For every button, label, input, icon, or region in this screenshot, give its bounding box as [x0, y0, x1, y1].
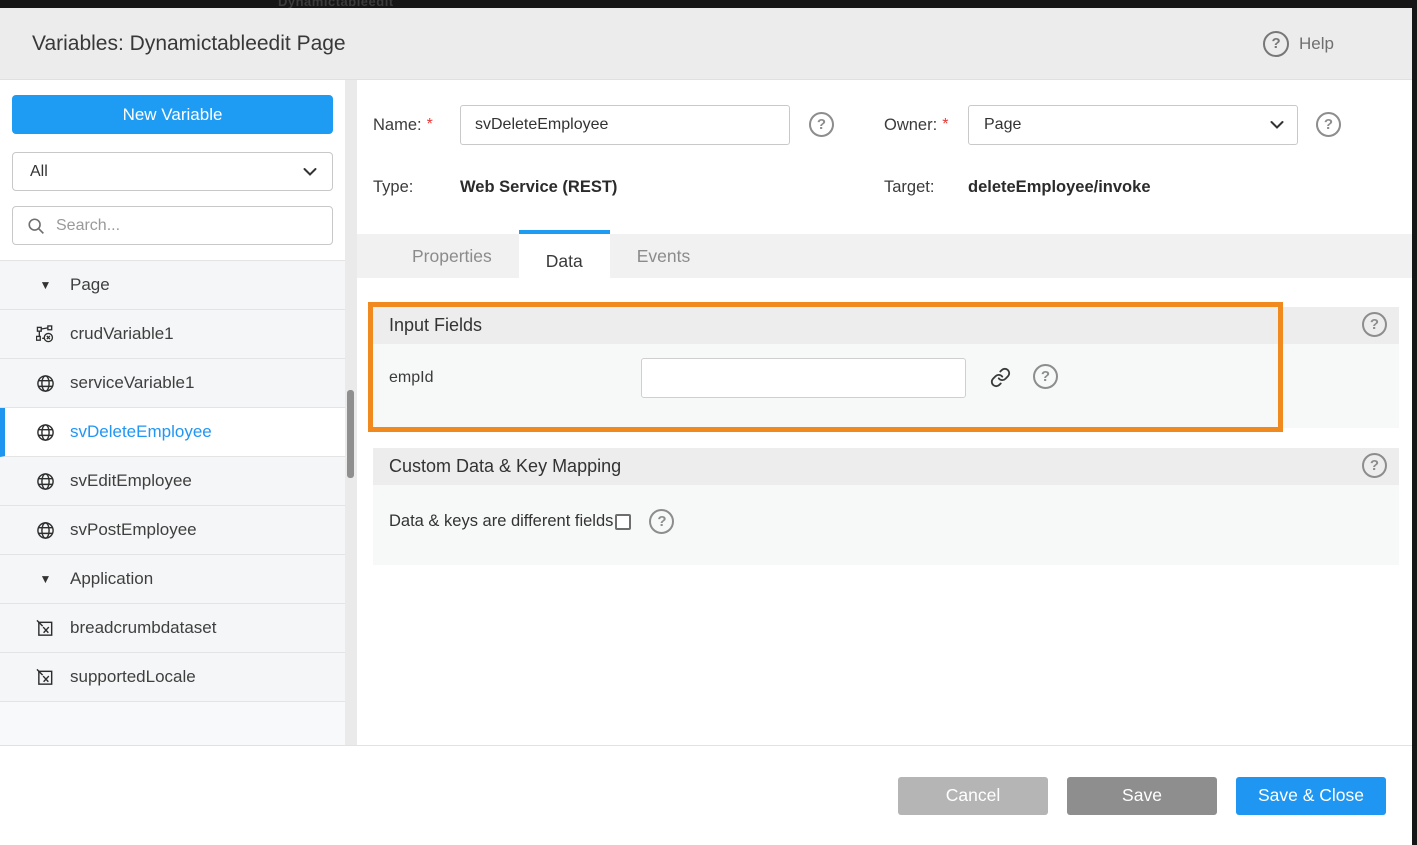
chevron-down-icon	[1269, 117, 1285, 133]
sidebar-item-servicevariable1[interactable]: serviceVariable1	[0, 359, 345, 408]
web-service-icon	[35, 472, 56, 491]
dialog-footer: Cancel Save Save & Close	[0, 745, 1412, 845]
empid-help-icon[interactable]: ?	[1033, 364, 1058, 389]
save-button[interactable]: Save	[1067, 777, 1217, 815]
tab-properties[interactable]: Properties	[385, 234, 519, 278]
input-fields-header: Input Fields ?	[373, 307, 1399, 344]
sidebar-scrollbar-thumb[interactable]	[347, 390, 354, 478]
dialog-body: New Variable All ▼ Page crudVariable1	[0, 80, 1412, 745]
variable-filter-select[interactable]: All	[12, 152, 333, 191]
group-label: Page	[70, 275, 110, 295]
chevron-down-icon	[302, 164, 318, 180]
name-input[interactable]	[460, 105, 790, 145]
sidebar-group-application[interactable]: ▼ Application	[0, 555, 345, 604]
variable-label: svEditEmployee	[70, 471, 192, 491]
search-icon	[27, 217, 45, 235]
different-fields-label: Data & keys are different fields	[389, 512, 613, 531]
custom-mapping-section: Custom Data & Key Mapping ? Data & keys …	[373, 448, 1399, 565]
sidebar-filler	[0, 702, 345, 745]
sidebar-item-svpostemployee[interactable]: svPostEmployee	[0, 506, 345, 555]
owner-selected-value: Page	[984, 116, 1269, 134]
dialog-header: Variables: Dynamictableedit Page ? Help	[0, 8, 1412, 80]
owner-help-icon[interactable]: ?	[1316, 112, 1341, 137]
owner-select[interactable]: Page	[968, 105, 1298, 145]
section-title: Input Fields	[389, 315, 1387, 336]
backdrop-app-strip: Dynamictableedit	[0, 0, 1417, 8]
variable-label: supportedLocale	[70, 667, 196, 687]
web-service-icon	[35, 374, 56, 393]
web-service-icon	[35, 521, 56, 540]
input-fields-section: Input Fields ? empId ?	[373, 307, 1399, 428]
tab-events[interactable]: Events	[610, 234, 718, 278]
different-fields-row: Data & keys are different fields ?	[389, 509, 674, 534]
custom-mapping-help-icon[interactable]: ?	[1362, 453, 1387, 478]
help-label[interactable]: Help	[1299, 34, 1334, 54]
variable-label: serviceVariable1	[70, 373, 194, 393]
group-label: Application	[70, 569, 153, 589]
bind-link-icon[interactable]	[990, 367, 1011, 388]
type-value: Web Service (REST)	[460, 178, 617, 197]
sidebar-item-supportedlocale[interactable]: supportedLocale	[0, 653, 345, 702]
empid-input[interactable]	[641, 358, 966, 398]
input-fields-body: empId ?	[373, 344, 1399, 428]
save-and-close-button[interactable]: Save & Close	[1236, 777, 1386, 815]
crud-variable-icon	[35, 325, 56, 344]
model-variable-icon	[35, 668, 56, 687]
web-service-icon	[35, 423, 56, 442]
name-label: Name:*	[373, 105, 433, 145]
different-fields-help-icon[interactable]: ?	[649, 509, 674, 534]
different-fields-checkbox[interactable]	[615, 514, 631, 530]
sidebar-group-page[interactable]: ▼ Page	[0, 261, 345, 310]
variable-label: breadcrumbdataset	[70, 618, 216, 638]
model-variable-icon	[35, 619, 56, 638]
section-title: Custom Data & Key Mapping	[389, 456, 1387, 477]
link-icon	[990, 367, 1011, 388]
custom-mapping-header: Custom Data & Key Mapping ?	[373, 448, 1399, 485]
help-icon[interactable]: ?	[1263, 31, 1289, 57]
input-fields-help-icon[interactable]: ?	[1362, 312, 1387, 337]
variables-dialog: Variables: Dynamictableedit Page ? Help …	[0, 8, 1412, 845]
variable-search-box[interactable]	[12, 206, 333, 245]
backdrop-hint-text: Dynamictableedit	[278, 0, 394, 8]
target-label: Target:	[884, 178, 934, 197]
tab-data[interactable]: Data	[519, 230, 610, 288]
variable-label: svDeleteEmployee	[70, 422, 212, 442]
required-asterisk: *	[427, 116, 433, 134]
sidebar-item-svdeleteemployee[interactable]: svDeleteEmployee	[0, 408, 345, 457]
sidebar-item-sveditemployee[interactable]: svEditEmployee	[0, 457, 345, 506]
variable-detail-panel: Name:* ? Owner:* Page ? Type: Web Servic…	[357, 80, 1412, 745]
name-help-icon[interactable]: ?	[809, 112, 834, 137]
target-value: deleteEmployee/invoke	[968, 178, 1151, 197]
custom-mapping-body: Data & keys are different fields ?	[373, 485, 1399, 565]
owner-label: Owner:*	[884, 105, 948, 145]
sidebar-item-breadcrumbdataset[interactable]: breadcrumbdataset	[0, 604, 345, 653]
filter-selected-value: All	[30, 163, 302, 181]
variable-list: ▼ Page crudVariable1 serviceVariable1 sv…	[0, 260, 345, 702]
variables-sidebar: New Variable All ▼ Page crudVariable1	[0, 80, 345, 745]
new-variable-button[interactable]: New Variable	[12, 95, 333, 134]
search-input[interactable]	[56, 217, 322, 235]
collapse-arrow-icon[interactable]: ▼	[35, 572, 56, 586]
collapse-arrow-icon[interactable]: ▼	[35, 278, 56, 292]
help-link[interactable]: ? Help	[1263, 31, 1334, 57]
sidebar-item-crudvariable1[interactable]: crudVariable1	[0, 310, 345, 359]
empid-label: empId	[389, 369, 433, 387]
type-label: Type:	[373, 178, 413, 197]
required-asterisk: *	[942, 116, 948, 134]
cancel-button[interactable]: Cancel	[898, 777, 1048, 815]
dialog-title: Variables: Dynamictableedit Page	[32, 32, 1263, 56]
tab-bar: Properties Data Events	[357, 234, 1412, 278]
variable-label: crudVariable1	[70, 324, 174, 344]
variable-label: svPostEmployee	[70, 520, 197, 540]
sidebar-scrollbar-track[interactable]	[345, 80, 357, 745]
